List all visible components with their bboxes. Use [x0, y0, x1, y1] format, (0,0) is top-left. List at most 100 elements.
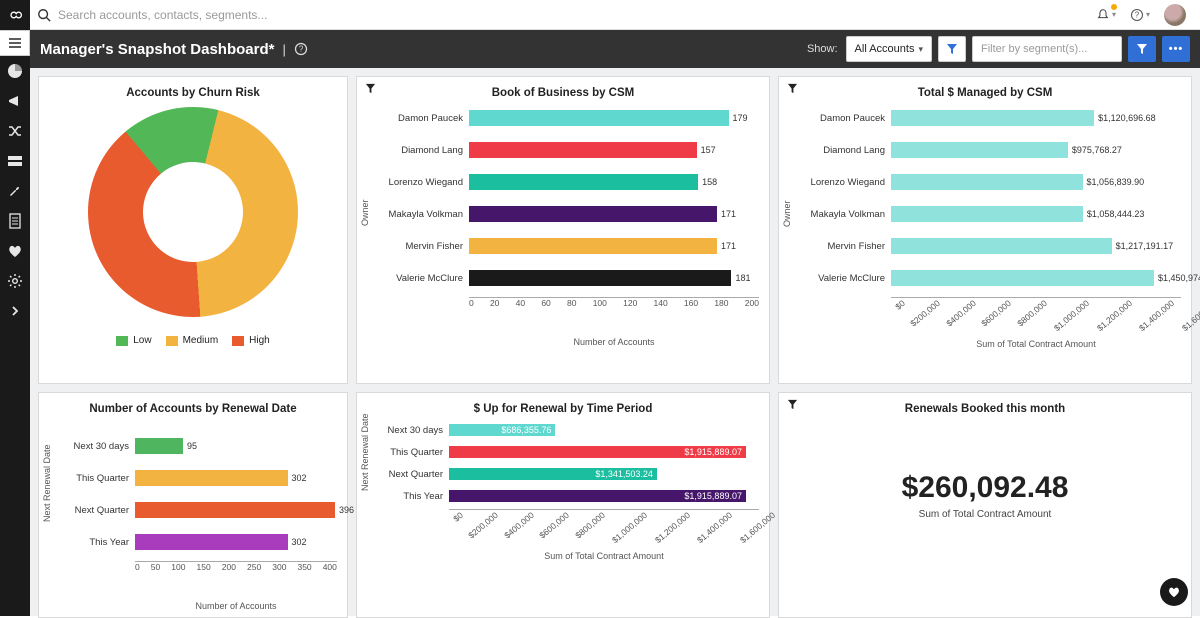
bar-value: 158: [698, 177, 717, 187]
card-filter-button[interactable]: [365, 83, 376, 94]
nav-dashboard[interactable]: [6, 62, 24, 80]
bar-track: 179: [469, 110, 759, 126]
card-filter-button[interactable]: [787, 399, 798, 410]
card-up-for-renewal: $ Up for Renewal by Time Period Next Ren…: [356, 392, 770, 618]
nav-shuffle[interactable]: [6, 122, 24, 140]
filter-toggle-button[interactable]: [938, 36, 966, 62]
x-tick: $1,200,000: [1095, 298, 1134, 333]
x-tick: 200: [222, 562, 236, 572]
bar-fill: [469, 238, 717, 254]
bar-row[interactable]: Valerie McClure$1,450,974.41: [803, 265, 1181, 291]
bar-row[interactable]: Lorenzo Wiegand158: [381, 169, 759, 195]
notifications-button[interactable]: ▾: [1096, 5, 1116, 25]
toggle-sidebar-button[interactable]: [0, 30, 30, 56]
search-input[interactable]: [58, 1, 1096, 29]
churn-donut-chart[interactable]: [45, 64, 341, 360]
help-icon: ?: [294, 42, 308, 56]
nav-settings[interactable]: [6, 272, 24, 290]
bar-track: 95: [135, 438, 337, 454]
chevron-right-icon: [9, 305, 21, 317]
bar-row[interactable]: Makayla Volkman171: [381, 201, 759, 227]
search-icon: [30, 8, 58, 22]
x-axis-label: Number of Accounts: [135, 601, 337, 611]
bar-row[interactable]: Valerie McClure181: [381, 265, 759, 291]
bar-value: $1,058,444.23: [1083, 209, 1145, 219]
bar-category: This Quarter: [63, 473, 135, 484]
x-tick: 250: [247, 562, 261, 572]
bar-row[interactable]: Lorenzo Wiegand$1,056,839.90: [803, 169, 1181, 195]
bar-value: 95: [183, 441, 197, 451]
nav-rows[interactable]: [6, 152, 24, 170]
rows-icon: [7, 155, 23, 167]
wrench-icon: [7, 183, 23, 199]
bar-row[interactable]: Damon Paucek179: [381, 105, 759, 131]
chat-fab[interactable]: [1160, 578, 1188, 606]
bar-fill: [891, 238, 1112, 254]
document-icon: [8, 213, 22, 229]
bar-track: 158: [469, 174, 759, 190]
legend-low[interactable]: Low: [116, 335, 151, 346]
segment-filter-input[interactable]: Filter by segment(s)...: [972, 36, 1122, 62]
legend-high[interactable]: High: [232, 335, 270, 346]
bar-row[interactable]: Diamond Lang$975,768.27: [803, 137, 1181, 163]
bar-row[interactable]: Damon Paucek$1,120,696.68: [803, 105, 1181, 131]
chevron-down-icon: ▾: [1112, 10, 1116, 19]
bar-row[interactable]: Diamond Lang157: [381, 137, 759, 163]
bar-track: $1,056,839.90: [891, 174, 1181, 190]
bar-row[interactable]: This Quarter302: [63, 465, 337, 491]
x-tick: 50: [151, 562, 160, 572]
x-tick: 350: [297, 562, 311, 572]
churn-legend: Low Medium High: [49, 335, 337, 346]
bar-row[interactable]: Next 30 days$686,355.76: [381, 421, 759, 439]
bar-fill: [891, 174, 1083, 190]
accounts-dropdown[interactable]: All Accounts ▾: [846, 36, 932, 62]
app-logo[interactable]: [0, 0, 30, 30]
bar-row[interactable]: Next 30 days95: [63, 433, 337, 459]
legend-medium[interactable]: Medium: [166, 335, 219, 346]
help-icon: ?: [1130, 7, 1144, 23]
x-tick: 150: [197, 562, 211, 572]
funnel-icon: [365, 83, 376, 94]
bar-row[interactable]: Next Quarter396: [63, 497, 337, 523]
bar-track: $1,915,889.07: [449, 490, 759, 502]
title-help-button[interactable]: ?: [294, 42, 308, 56]
bar-row[interactable]: This Year302: [63, 529, 337, 555]
nav-campaigns[interactable]: [6, 92, 24, 110]
bar-category: Diamond Lang: [381, 145, 469, 156]
x-tick: 160: [684, 298, 698, 308]
nav-health[interactable]: [6, 242, 24, 260]
bar-row[interactable]: Mervin Fisher171: [381, 233, 759, 259]
card-churn-risk: Accounts by Churn Risk Low Medium High: [38, 76, 348, 384]
bar-value: $1,341,503.24: [595, 469, 657, 479]
bar-row[interactable]: This Quarter$1,915,889.07: [381, 443, 759, 461]
bar-row[interactable]: This Year$1,915,889.07: [381, 487, 759, 505]
funnel-icon: [787, 399, 798, 410]
bar-row[interactable]: Makayla Volkman$1,058,444.23: [803, 201, 1181, 227]
bar-track: $1,120,696.68: [891, 110, 1181, 126]
user-avatar[interactable]: [1164, 4, 1186, 26]
bar-track: $1,341,503.24: [449, 468, 759, 480]
bar-row[interactable]: Next Quarter$1,341,503.24: [381, 465, 759, 483]
help-button[interactable]: ? ▾: [1130, 5, 1150, 25]
nav-tools[interactable]: [6, 182, 24, 200]
apply-filter-button[interactable]: [1128, 36, 1156, 62]
bar-category: Damon Paucek: [381, 113, 469, 124]
x-tick: 100: [593, 298, 607, 308]
x-axis-label: Sum of Total Contract Amount: [449, 551, 759, 561]
bar-value: $1,915,889.07: [684, 491, 746, 501]
accounts-dropdown-label: All Accounts: [855, 43, 915, 55]
nav-notes[interactable]: [6, 212, 24, 230]
x-tick: 300: [272, 562, 286, 572]
gear-icon: [7, 273, 23, 289]
bar-row[interactable]: Mervin Fisher$1,217,191.17: [803, 233, 1181, 259]
more-actions-button[interactable]: •••: [1162, 36, 1190, 62]
x-tick: $1,000,000: [1052, 298, 1091, 333]
bar-track: $1,058,444.23: [891, 206, 1181, 222]
card-filter-button[interactable]: [787, 83, 798, 94]
x-tick: $800,000: [573, 510, 607, 540]
bar-category: Diamond Lang: [803, 145, 891, 156]
card-title: Book of Business by CSM: [367, 87, 759, 99]
nav-expand[interactable]: [6, 302, 24, 320]
x-tick: $1,000,000: [610, 510, 649, 545]
x-tick: $200,000: [467, 510, 501, 540]
